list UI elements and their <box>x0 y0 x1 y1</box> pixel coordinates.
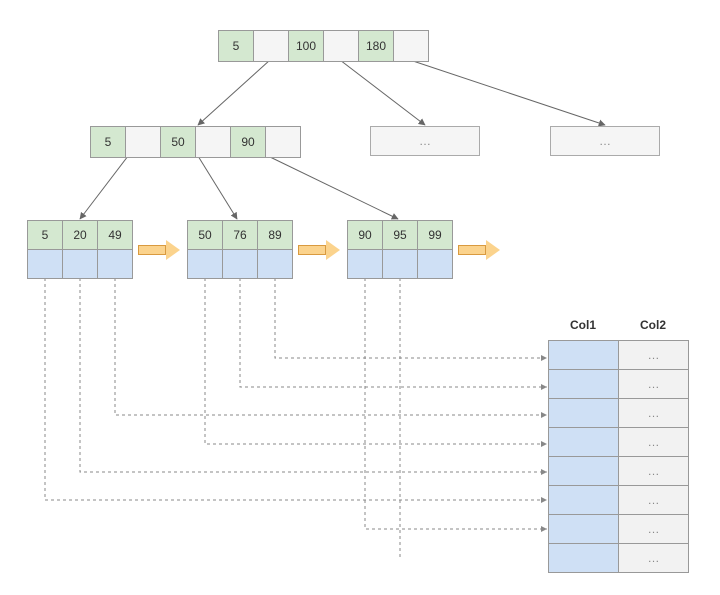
key-cell: 100 <box>288 31 323 61</box>
table-header-col2: Col2 <box>618 318 688 332</box>
table-row: … <box>548 515 688 544</box>
table-row: … <box>548 428 688 457</box>
leaf-link-arrow-icon <box>298 240 340 260</box>
leaf-key-cell: 95 <box>382 221 417 249</box>
table-cell-col2: … <box>618 341 688 369</box>
table-cell-col1 <box>548 399 618 427</box>
table-cell-col1 <box>548 341 618 369</box>
leaf-data-cell <box>347 250 382 278</box>
table-cell-col2: … <box>618 370 688 398</box>
table-row: … <box>548 486 688 515</box>
leaf-data-cell <box>187 250 222 278</box>
leaf-key-cell: 49 <box>97 221 132 249</box>
btree-leaf-node: 50 76 89 <box>187 220 293 279</box>
pointer-cell <box>393 31 428 61</box>
table-row: … <box>548 544 688 573</box>
btree-internal-placeholder: … <box>550 126 660 156</box>
pointer-cell <box>323 31 358 61</box>
leaf-key-cell: 89 <box>257 221 292 249</box>
btree-internal-node: 5 50 90 <box>90 126 301 158</box>
btree-root-node: 5 100 180 <box>218 30 429 62</box>
leaf-data-cell <box>27 250 62 278</box>
table-cell-col1 <box>548 370 618 398</box>
leaf-link-arrow-icon <box>458 240 500 260</box>
btree-internal-placeholder: … <box>370 126 480 156</box>
pointer-cell <box>253 31 288 61</box>
key-cell: 5 <box>90 127 125 157</box>
leaf-key-cell: 5 <box>27 221 62 249</box>
leaf-key-cell: 20 <box>62 221 97 249</box>
table-row: … <box>548 399 688 428</box>
table-cell-col1 <box>548 457 618 485</box>
leaf-data-cell <box>417 250 452 278</box>
table-cell-col1 <box>548 515 618 543</box>
key-cell: 5 <box>218 31 253 61</box>
data-table: … … … … … … … … <box>548 340 689 573</box>
table-cell-col1 <box>548 544 618 572</box>
leaf-data-cell <box>257 250 292 278</box>
table-row: … <box>548 341 688 370</box>
leaf-data-cell <box>222 250 257 278</box>
leaf-data-cell <box>382 250 417 278</box>
table-row: … <box>548 457 688 486</box>
leaf-link-arrow-icon <box>138 240 180 260</box>
leaf-key-cell: 76 <box>222 221 257 249</box>
table-cell-col2: … <box>618 486 688 514</box>
table-cell-col1 <box>548 428 618 456</box>
key-cell: 90 <box>230 127 265 157</box>
table-cell-col2: … <box>618 544 688 572</box>
table-row: … <box>548 370 688 399</box>
table-cell-col1 <box>548 486 618 514</box>
key-cell: 50 <box>160 127 195 157</box>
leaf-key-cell: 99 <box>417 221 452 249</box>
leaf-data-cell <box>62 250 97 278</box>
table-cell-col2: … <box>618 428 688 456</box>
leaf-data-cell <box>97 250 132 278</box>
table-header-col1: Col1 <box>548 318 618 332</box>
btree-leaf-node: 5 20 49 <box>27 220 133 279</box>
pointer-cell <box>125 127 160 157</box>
table-cell-col2: … <box>618 457 688 485</box>
leaf-key-cell: 90 <box>347 221 382 249</box>
table-cell-col2: … <box>618 399 688 427</box>
pointer-cell <box>265 127 300 157</box>
key-cell: 180 <box>358 31 393 61</box>
btree-leaf-node: 90 95 99 <box>347 220 453 279</box>
pointer-cell <box>195 127 230 157</box>
leaf-key-cell: 50 <box>187 221 222 249</box>
table-cell-col2: … <box>618 515 688 543</box>
